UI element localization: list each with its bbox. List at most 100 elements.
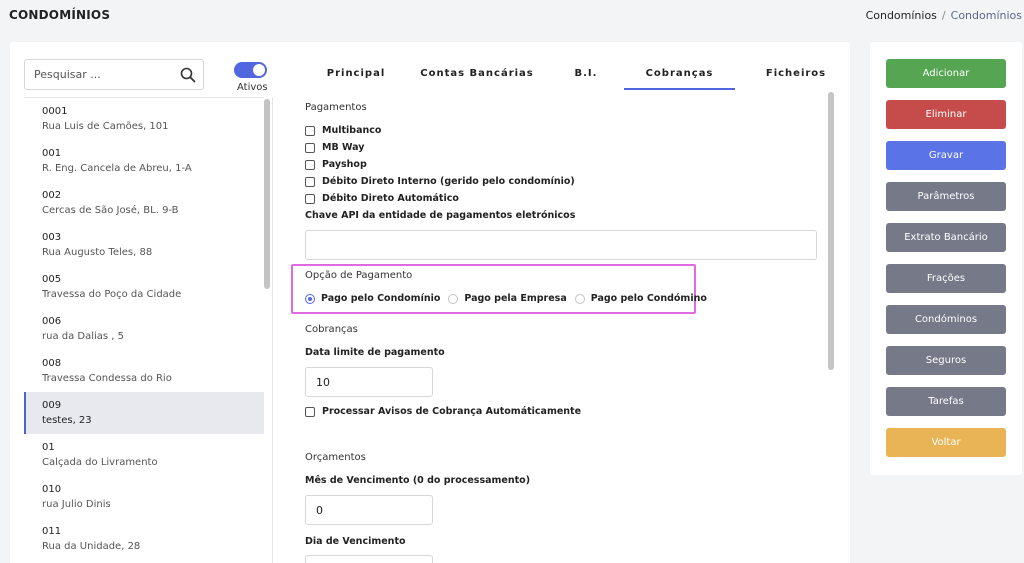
bank-statement-button[interactable]: Extrato Bancário — [886, 223, 1006, 252]
list-item-address: Rua Augusto Teles, 88 — [42, 247, 153, 258]
payment-method-mbway[interactable]: MB Way — [305, 142, 364, 153]
breadcrumb-item-current: Condomínios — [950, 9, 1022, 22]
checkbox[interactable] — [305, 125, 315, 136]
checkbox-label: Débito Direto Interno (gerido pelo condo… — [322, 176, 575, 187]
breadcrumb-item-condominios[interactable]: Condomínios — [866, 9, 937, 22]
list-item[interactable]: 001 R. Eng. Cancela de Abreu, 1-A — [24, 140, 264, 182]
checkbox[interactable] — [305, 193, 315, 204]
payment-method-debito-interno[interactable]: Débito Direto Interno (gerido pelo condo… — [305, 176, 575, 187]
due-date-label: Data limite de pagamento — [305, 347, 445, 358]
page-title: CONDOMÍNIOS — [9, 8, 111, 22]
section-title-pagamentos: Pagamentos — [305, 102, 367, 113]
action-panel: Adicionar Eliminar Gravar Parâmetros Ext… — [870, 42, 1022, 475]
list-item-address: testes, 23 — [42, 415, 92, 426]
due-month-label: Mês de Vencimento (0 do processamento) — [305, 475, 531, 486]
list-item-address: Cercas de São José, BL. 9-B — [42, 205, 179, 216]
payment-method-multibanco[interactable]: Multibanco — [305, 125, 381, 136]
checkbox[interactable] — [305, 176, 315, 187]
breadcrumb-separator: / — [941, 9, 946, 22]
toggle-knob — [253, 64, 265, 76]
due-month-input[interactable] — [305, 495, 433, 525]
tab-bi[interactable]: B.I. — [561, 60, 611, 90]
list-item-code: 010 — [42, 484, 62, 495]
section-title-cobrancas: Cobranças — [305, 324, 358, 335]
due-day-input[interactable] — [305, 555, 433, 563]
list-item[interactable]: 006 rua da Dalias , 5 — [24, 308, 264, 350]
radio-label: Pago pelo Condomínio — [321, 293, 441, 304]
checkbox-label: Processar Avisos de Cobrança Automáticam… — [322, 406, 582, 417]
api-key-input[interactable] — [305, 230, 817, 260]
list-item[interactable]: 008 Travessa Condessa do Rio — [24, 350, 264, 392]
payment-method-debito-automatico[interactable]: Débito Direto Automático — [305, 193, 459, 204]
checkbox-label: Multibanco — [322, 125, 382, 136]
fractions-button[interactable]: Frações — [886, 264, 1006, 293]
insurance-button[interactable]: Seguros — [886, 346, 1006, 375]
list-item[interactable]: 0001 Rua Luis de Camões, 101 — [24, 98, 264, 140]
breadcrumb: Condomínios / Condomínios — [866, 9, 1022, 22]
condominium-list: 0001 Rua Luis de Camões, 101 001 R. Eng. C… — [24, 97, 264, 563]
checkbox[interactable] — [305, 159, 315, 170]
checkbox-label: MB Way — [322, 142, 365, 153]
list-item-code: 009 — [42, 400, 62, 411]
list-item[interactable]: 010 rua Julio Dinis — [24, 476, 264, 518]
list-item-address: Rua da Unidade, 28 — [42, 541, 141, 552]
radio-button[interactable] — [448, 293, 459, 304]
due-date-input[interactable] — [305, 367, 433, 397]
owners-button[interactable]: Condóminos — [886, 305, 1006, 334]
list-item-address: Travessa do Poço da Cidade — [42, 289, 182, 300]
radio-button[interactable] — [305, 293, 315, 304]
checkbox-label: Débito Direto Automático — [322, 193, 459, 204]
list-item-address: rua da Dalias , 5 — [42, 331, 125, 342]
api-key-label: Chave API da entidade de pagamentos elet… — [305, 210, 576, 221]
main-card: Ativos 0001 Rua Luis de Camões, 101 001 R.… — [10, 42, 850, 563]
list-divider — [272, 97, 273, 563]
radio-button[interactable] — [574, 293, 585, 304]
active-toggle[interactable] — [234, 62, 267, 78]
list-item[interactable]: 005 Travessa do Poço da Cidade — [24, 266, 264, 308]
radio-label: Pago pela Empresa — [464, 293, 567, 304]
list-item[interactable]: 01 Calçada do Livramento — [24, 434, 264, 476]
tab-principal[interactable]: Principal — [306, 60, 406, 90]
list-item-code: 01 — [42, 442, 55, 453]
list-item[interactable]: 011 Rua da Unidade, 28 — [24, 518, 264, 560]
list-item-code: 001 — [42, 148, 62, 159]
payment-option-label: Opção de Pagamento — [305, 270, 413, 281]
save-button[interactable]: Gravar — [886, 141, 1006, 170]
list-scrollbar[interactable] — [264, 99, 270, 289]
tasks-button[interactable]: Tarefas — [886, 387, 1006, 416]
radio-pago-condominio[interactable]: Pago pelo Condomínio — [305, 293, 440, 304]
radio-label: Pago pelo Condómino — [590, 293, 707, 304]
search-box — [24, 59, 204, 90]
form-scrollbar[interactable] — [828, 92, 834, 370]
list-item-address: Rua Luis de Camões, 101 — [42, 121, 169, 132]
auto-notice-checkbox-row[interactable]: Processar Avisos de Cobrança Automáticam… — [305, 406, 581, 417]
list-item-address: rua Julio Dinis — [42, 499, 111, 510]
radio-pago-empresa[interactable]: Pago pela Empresa — [448, 293, 567, 304]
list-item[interactable]: 003 Rua Augusto Teles, 88 — [24, 224, 264, 266]
tab-ficheiros[interactable]: Ficheiros — [756, 60, 836, 90]
payment-method-payshop[interactable]: Payshop — [305, 159, 367, 170]
tab-contas-bancarias[interactable]: Contas Bancárias — [419, 60, 535, 90]
search-icon[interactable] — [180, 67, 196, 83]
active-toggle-label: Ativos — [237, 82, 268, 93]
list-item[interactable]: 002 Cercas de São José, BL. 9-B — [24, 182, 264, 224]
parameters-button[interactable]: Parâmetros — [886, 182, 1006, 211]
checkbox[interactable] — [305, 406, 315, 417]
checkbox[interactable] — [305, 142, 315, 153]
list-item-code: 0001 — [42, 106, 68, 117]
search-input[interactable] — [25, 60, 175, 89]
delete-button[interactable]: Eliminar — [886, 100, 1006, 129]
tab-cobrancas[interactable]: Cobranças — [624, 60, 735, 90]
list-item-code: 008 — [42, 358, 62, 369]
list-item-address: Travessa Condessa do Rio — [42, 373, 172, 384]
radio-pago-condomino[interactable]: Pago pelo Condómino — [574, 293, 707, 304]
add-button[interactable]: Adicionar — [886, 59, 1006, 88]
back-button[interactable]: Voltar — [886, 428, 1006, 457]
payment-option-group: Pago pelo Condomínio Pago pela Empresa P… — [305, 293, 715, 304]
checkbox-label: Payshop — [322, 159, 367, 170]
list-item-address: Calçada do Livramento — [42, 457, 158, 468]
list-item-code: 002 — [42, 190, 62, 201]
due-day-label: Dia de Vencimento — [305, 536, 406, 547]
list-item-code: 006 — [42, 316, 62, 327]
list-item-selected[interactable]: 009 testes, 23 — [24, 392, 264, 434]
